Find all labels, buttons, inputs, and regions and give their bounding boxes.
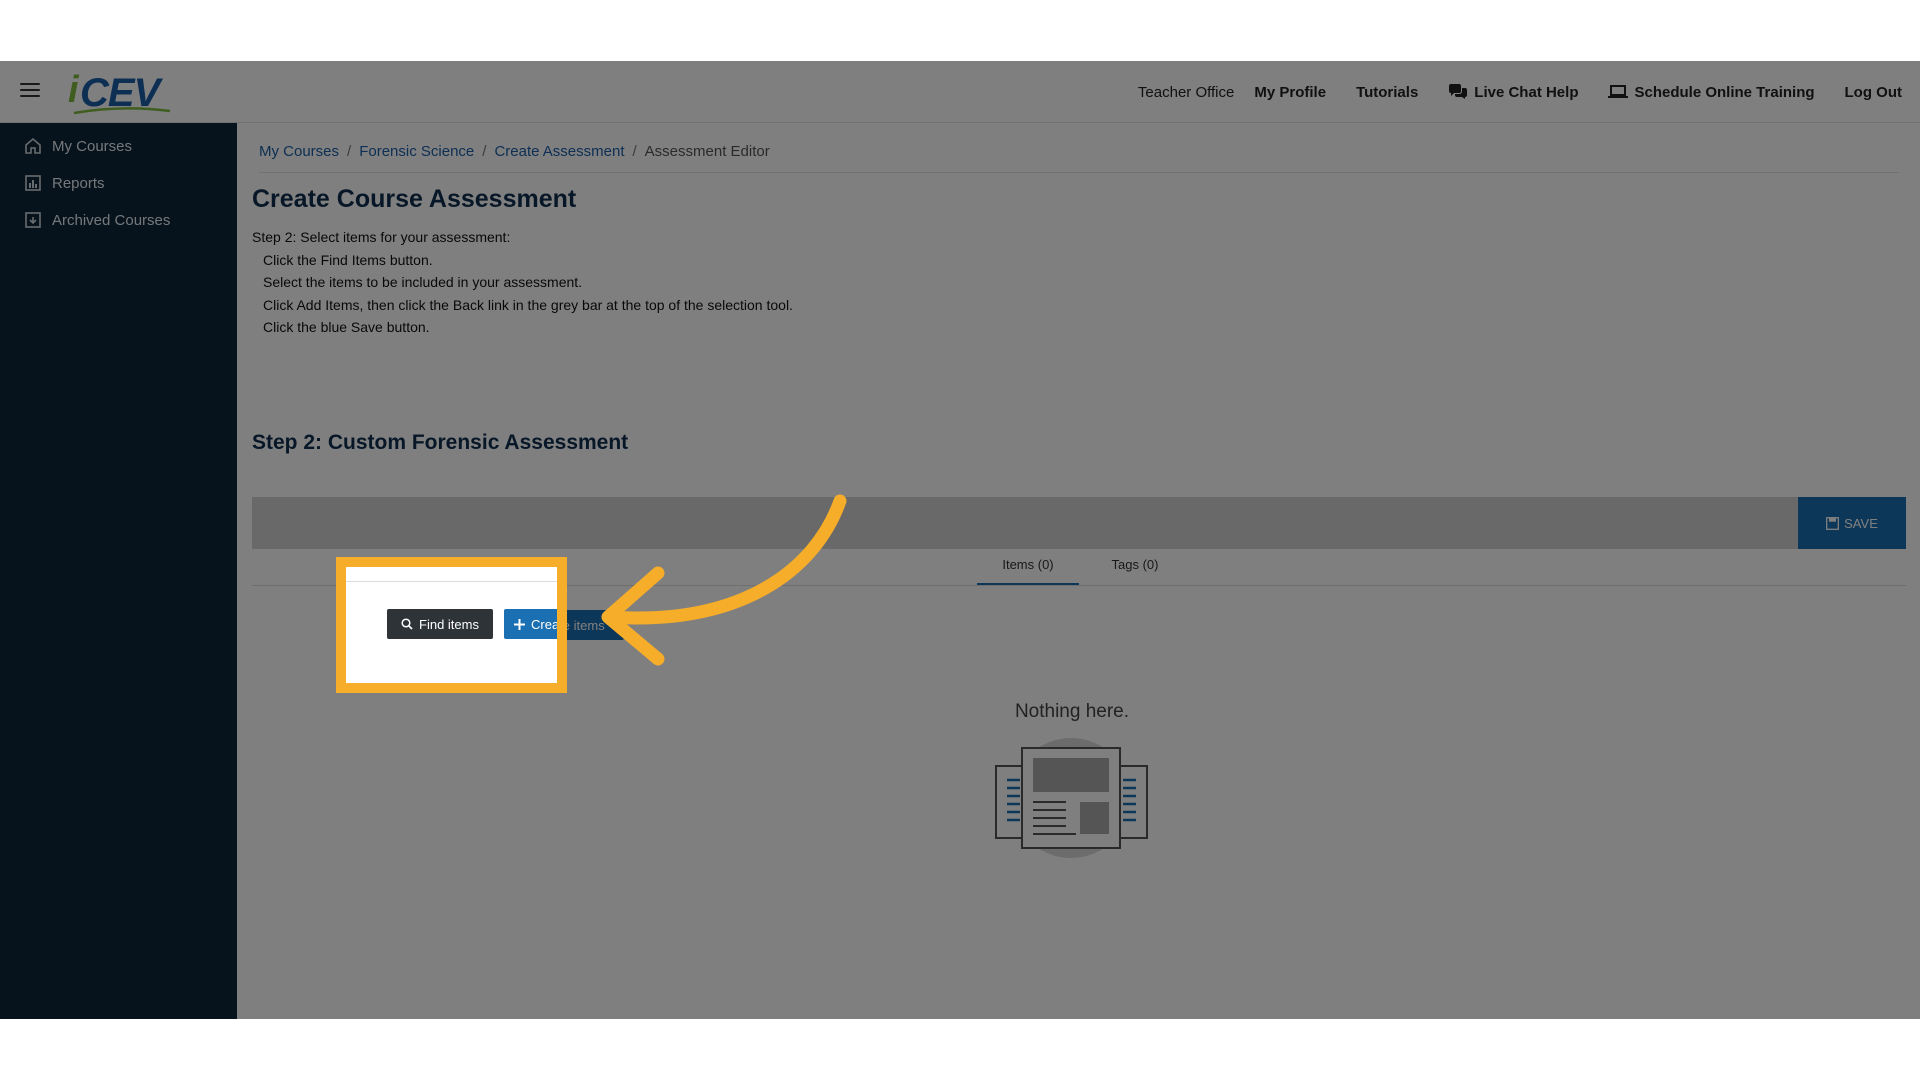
archive-icon <box>25 212 41 228</box>
page-title: Create Course Assessment <box>252 185 577 213</box>
log-out-link[interactable]: Log Out <box>1845 84 1902 101</box>
sidebar-item-label: Archived Courses <box>52 211 171 229</box>
editor-toolbar <box>252 497 1798 549</box>
chat-bubbles-icon <box>1449 84 1468 99</box>
chart-icon <box>25 175 41 191</box>
schedule-training-label: Schedule Online Training <box>1634 83 1815 101</box>
tab-items[interactable]: Items (0) <box>977 557 1079 585</box>
save-button[interactable]: SAVE <box>1798 497 1906 549</box>
sidebar: My Courses Reports Archived Courses <box>0 123 237 1019</box>
highlight-box <box>336 557 567 693</box>
sidebar-item-label: My Courses <box>52 137 133 155</box>
assessment-title: Step 2: Custom Forensic Assessment <box>252 431 629 454</box>
live-chat-help-label: Live Chat Help <box>1474 83 1579 101</box>
breadcrumb: My Courses / Forensic Science / Create Asses… <box>259 143 1899 173</box>
tutorials-link[interactable]: Tutorials <box>1356 84 1418 101</box>
sidebar-item-label: Reports <box>52 174 105 192</box>
floppy-disk-icon <box>1826 516 1840 530</box>
breadcrumb-current: Assessment Editor <box>644 143 770 160</box>
hamburger-menu-icon[interactable] <box>20 83 40 99</box>
logo-swoosh-icon <box>73 107 171 115</box>
instruction-step: Click the Find Items button. <box>263 251 433 268</box>
breadcrumb-create-assessment[interactable]: Create Assessment <box>494 143 624 160</box>
instruction-step: Click the blue Save button. <box>263 319 430 335</box>
sidebar-item-my-courses[interactable]: My Courses <box>24 134 132 158</box>
sidebar-item-reports[interactable]: Reports <box>24 171 105 195</box>
app-window: i CEV Teacher Office My Profile Tutorial… <box>0 61 1920 1019</box>
instruction-step: Click Add Items, then click the Back lin… <box>263 296 793 313</box>
instruction-step: Select the items to be included in your … <box>263 274 583 290</box>
teacher-office-link[interactable]: Teacher Office <box>1138 84 1234 101</box>
logo-i: i <box>68 69 79 111</box>
tab-tags[interactable]: Tags (0) <box>1099 557 1171 585</box>
breadcrumb-separator: / <box>632 143 637 160</box>
top-header: i CEV Teacher Office My Profile Tutorial… <box>0 61 1920 123</box>
instructions-intro: Step 2: Select items for your assessment… <box>252 229 511 245</box>
schedule-training-link[interactable]: Schedule Online Training <box>1608 83 1815 101</box>
home-icon <box>25 137 41 154</box>
sidebar-item-archived-courses[interactable]: Archived Courses <box>24 208 170 232</box>
my-profile-link[interactable]: My Profile <box>1254 84 1326 101</box>
breadcrumb-forensic-science[interactable]: Forensic Science <box>359 143 474 160</box>
empty-state-text: Nothing here. <box>1014 701 1130 722</box>
screenshot-stage: i CEV Teacher Office My Profile Tutorial… <box>0 0 1920 1080</box>
save-button-label: SAVE <box>1844 515 1878 531</box>
top-navigation: Teacher Office My Profile Tutorials Live… <box>1138 61 1902 123</box>
breadcrumb-my-courses[interactable]: My Courses <box>259 143 339 160</box>
empty-document-illustration-icon <box>995 738 1148 858</box>
instructions: Step 2: Select items for your assessment… <box>252 226 793 339</box>
live-chat-help-link[interactable]: Live Chat Help <box>1448 84 1578 101</box>
breadcrumb-separator: / <box>347 143 352 160</box>
laptop-icon <box>1608 85 1629 98</box>
breadcrumb-separator: / <box>482 143 487 160</box>
